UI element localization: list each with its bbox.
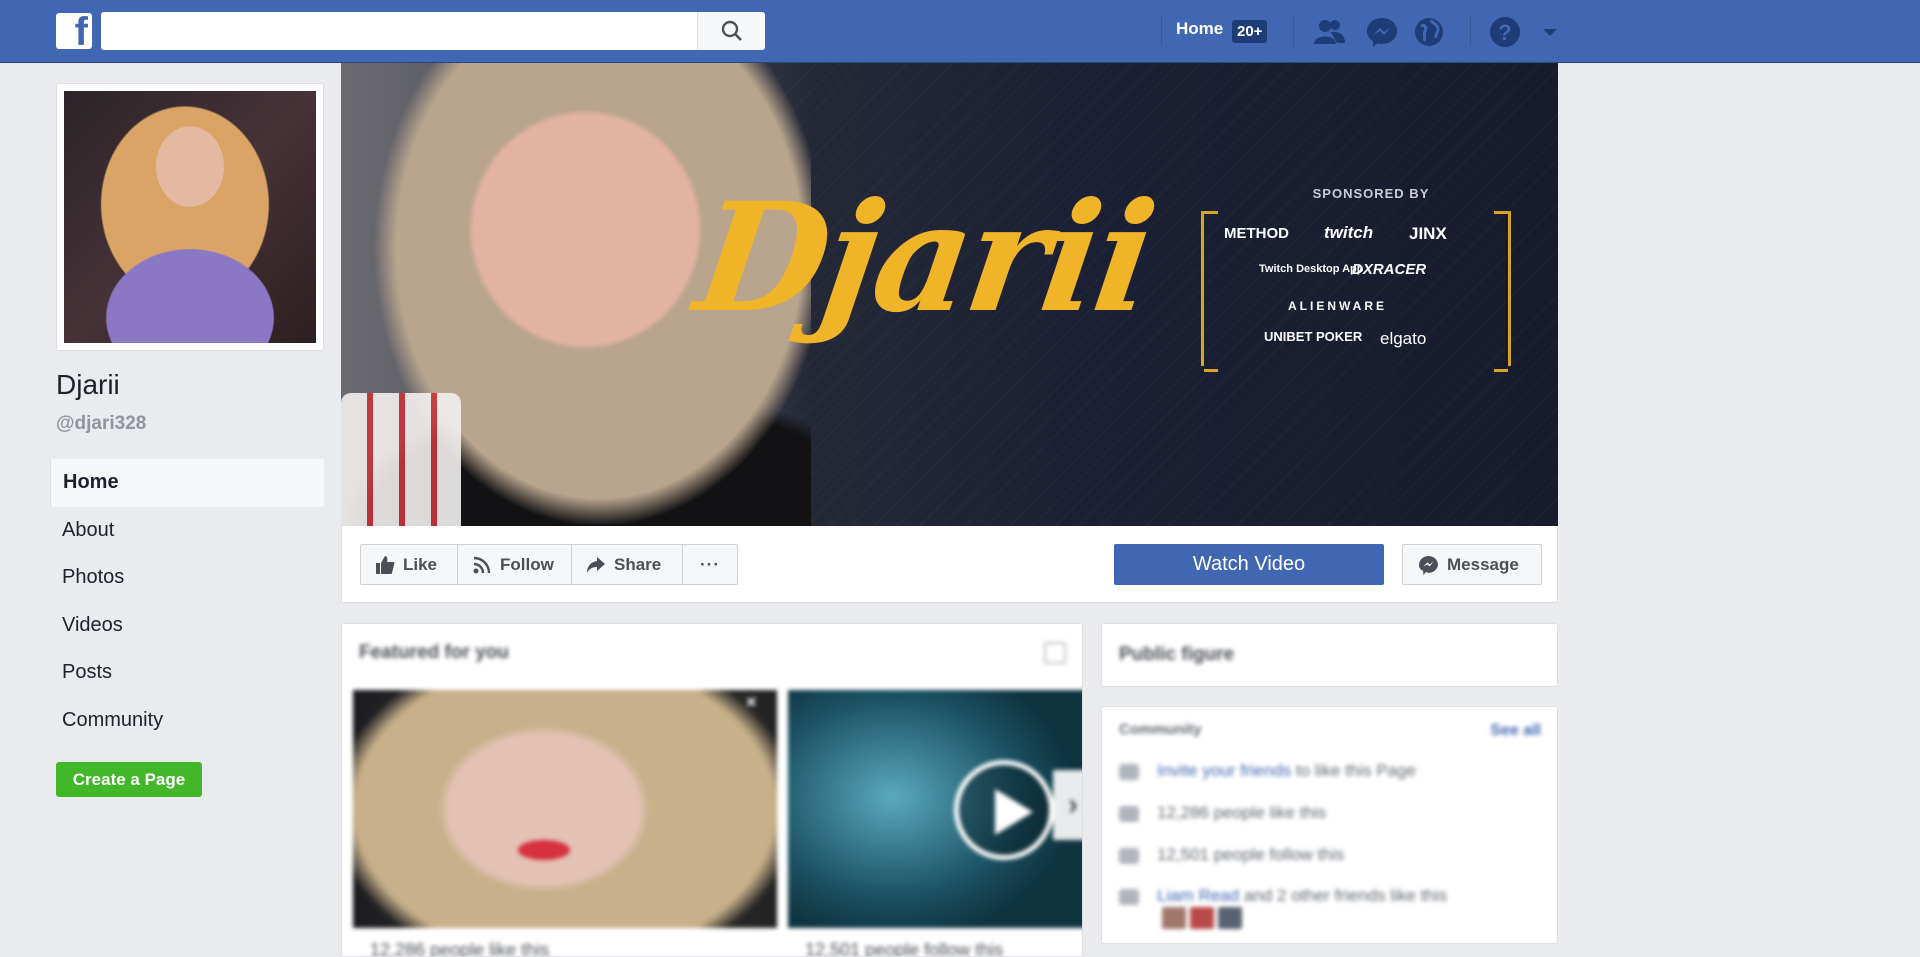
community-follows-row: 12,501 people follow this <box>1119 845 1344 865</box>
profile-picture <box>64 91 316 343</box>
rss-feed-icon <box>1119 847 1139 864</box>
help-icon[interactable]: ? <box>1487 14 1523 50</box>
community-friends-row: Liam Read and 2 other friends like this <box>1119 886 1447 906</box>
svg-text:?: ? <box>1498 20 1511 45</box>
share-button[interactable]: Share <box>571 544 683 585</box>
watch-video-button[interactable]: Watch Video <box>1114 544 1384 585</box>
featured-photo-detail <box>518 840 570 860</box>
friends-like-text: and 2 other friends like this <box>1239 886 1448 905</box>
search-box <box>101 12 765 50</box>
close-icon[interactable]: × <box>746 692 757 713</box>
sidebar-item-about[interactable]: About <box>50 507 324 555</box>
profile-picture-frame[interactable] <box>56 83 324 351</box>
invite-text: to like this Page <box>1291 761 1416 780</box>
thumbs-up-icon <box>1119 805 1139 822</box>
community-title: Community <box>1119 721 1202 738</box>
sponsor-logo-unibet-poker: UNIBET POKER <box>1264 329 1363 344</box>
page-username[interactable]: @djari328 <box>56 413 146 435</box>
rss-feed-icon <box>473 556 491 574</box>
sponsored-by-label: SPONSORED BY <box>1312 186 1430 201</box>
page-sidebar-nav: Home About Photos Videos Posts Community <box>50 459 324 744</box>
featured-for-you-panel: Featured for you × › 12,286 people like … <box>341 623 1083 957</box>
close-panel-icon[interactable] <box>1044 642 1066 664</box>
thumbs-up-icon <box>376 556 395 574</box>
page-action-bar: Like Follow Share ··· Watch Video Messag… <box>341 526 1558 603</box>
like-label: Like <box>403 555 438 574</box>
featured-title: Featured for you <box>359 642 509 663</box>
sidebar-item-home[interactable]: Home <box>50 459 324 507</box>
page-category-panel: Public figure <box>1101 623 1558 687</box>
friend-name-link[interactable]: Liam Read <box>1157 886 1239 905</box>
share-arrow-icon <box>587 557 605 573</box>
see-all-link[interactable]: See all <box>1490 722 1541 740</box>
follow-label: Follow <box>500 555 554 574</box>
avatar[interactable] <box>1190 907 1214 929</box>
home-link[interactable]: Home <box>1176 19 1223 39</box>
create-page-button[interactable]: Create a Page <box>56 762 202 797</box>
search-button[interactable] <box>697 12 765 50</box>
friends-icon <box>1119 888 1139 905</box>
message-button[interactable]: Message <box>1402 544 1542 585</box>
invite-friends-link[interactable]: Invite your friends <box>1157 761 1291 780</box>
community-invite-row: Invite your friends to like this Page <box>1119 761 1416 781</box>
follows-count-text: 12,501 people follow this <box>1157 845 1345 864</box>
divider <box>1470 16 1471 46</box>
facebook-logo-icon[interactable]: f <box>56 13 92 49</box>
avatar[interactable] <box>1218 907 1242 929</box>
top-navigation-bar: f Home 20+ ? <box>0 0 1920 63</box>
sponsor-logo-method: METHOD <box>1224 225 1289 242</box>
notification-count-badge: 20+ <box>1232 20 1268 43</box>
messenger-icon[interactable] <box>1364 14 1400 50</box>
page-category-label: Public figure <box>1119 644 1235 665</box>
friends-icon[interactable] <box>1311 14 1347 50</box>
share-label: Share <box>614 555 662 574</box>
likes-count-text: 12,286 people like this <box>1157 803 1327 822</box>
sponsor-logo-twitch-desktop: Twitch Desktop App <box>1259 263 1364 275</box>
featured-card-caption: 12,501 people follow this <box>805 940 1004 957</box>
community-panel: Community See all Invite your friends to… <box>1101 706 1558 944</box>
chevron-down-icon[interactable] <box>1540 14 1560 50</box>
avatar[interactable] <box>1162 907 1186 929</box>
sponsor-logo-alienware: ALIENWARE <box>1288 299 1387 313</box>
follow-button[interactable]: Follow <box>457 544 572 585</box>
sidebar-item-photos[interactable]: Photos <box>50 554 324 602</box>
cover-logo-text: Djarii <box>686 170 1162 346</box>
sponsor-logo-twitch: twitch <box>1324 223 1374 242</box>
notifications-globe-icon[interactable] <box>1411 14 1447 50</box>
message-label: Message <box>1447 555 1519 574</box>
cover-cup-image <box>341 393 461 526</box>
featured-card-video[interactable]: › <box>788 690 1082 928</box>
search-icon <box>721 20 742 41</box>
community-likes-row: 12,286 people like this <box>1119 803 1326 823</box>
invite-friends-icon <box>1119 763 1139 780</box>
divider <box>1293 16 1294 46</box>
sponsor-logo-elgato: elgato <box>1380 329 1427 348</box>
sponsor-logo-dxracer: DXRACER <box>1352 261 1427 278</box>
sponsor-logo-jinx: JINX <box>1409 224 1447 243</box>
play-icon[interactable] <box>954 760 1054 860</box>
featured-card-photo[interactable] <box>353 690 777 928</box>
chevron-right-icon[interactable]: › <box>1053 770 1082 840</box>
page-title[interactable]: Djarii <box>56 369 120 401</box>
divider <box>1161 16 1162 46</box>
messenger-icon <box>1419 556 1438 575</box>
friend-avatars <box>1162 907 1246 934</box>
like-button[interactable]: Like <box>360 544 458 585</box>
sidebar-item-community[interactable]: Community <box>50 697 324 745</box>
sidebar-item-posts[interactable]: Posts <box>50 649 324 697</box>
cover-photo[interactable]: Djarii SPONSORED BY METHOD twitch JINX T… <box>341 63 1558 526</box>
more-options-button[interactable]: ··· <box>682 544 738 585</box>
sidebar-item-videos[interactable]: Videos <box>50 602 324 650</box>
search-input[interactable] <box>101 12 691 50</box>
featured-card-caption: 12,286 people like this <box>370 940 550 957</box>
sponsor-logos-frame: METHOD twitch JINX Twitch Desktop App DX… <box>1201 211 1511 372</box>
